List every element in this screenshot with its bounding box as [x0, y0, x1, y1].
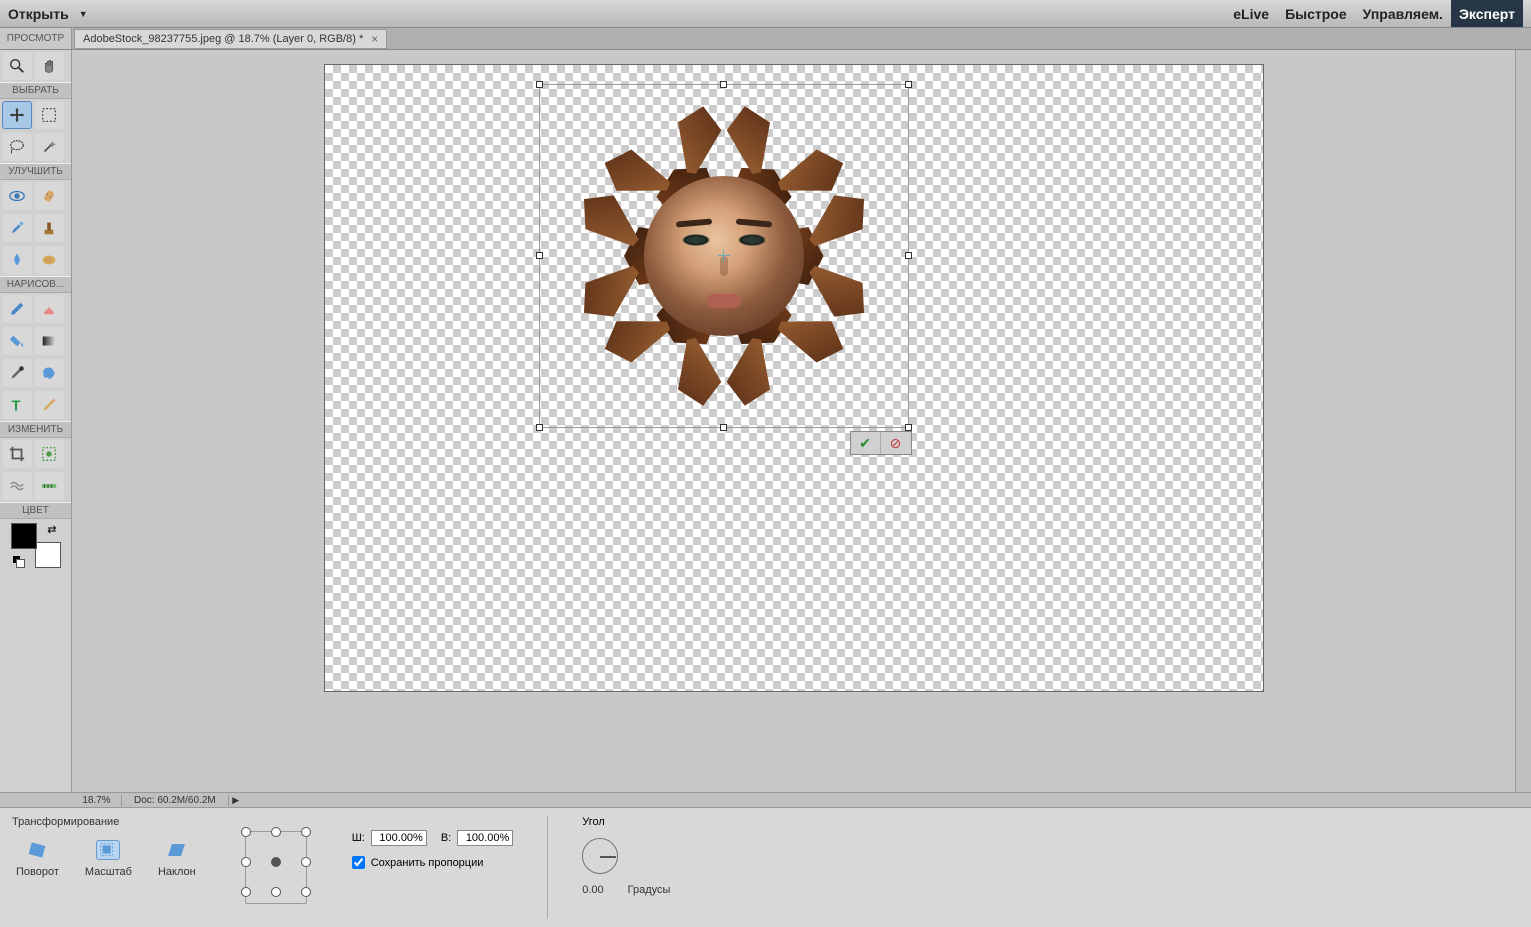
ref-point[interactable] [301, 827, 311, 837]
document-title: AdobeStock_98237755.jpeg @ 18.7% (Layer … [83, 33, 363, 45]
transform-handle[interactable] [720, 424, 727, 431]
ref-point[interactable] [241, 827, 251, 837]
constrain-label: Сохранить пропорции [371, 857, 484, 869]
document-tab-bar: ПРОСМОТР AdobeStock_98237755.jpeg @ 18.7… [0, 28, 1531, 50]
tools-panel: ВЫБРАТЬ УЛУЧШИТЬ НАРИСОВ... [0, 50, 72, 792]
svg-text:T: T [12, 398, 21, 414]
brush-tool[interactable] [2, 295, 32, 323]
redeye-tool[interactable] [2, 182, 32, 210]
swap-colors-icon[interactable]: ⇄ [47, 523, 56, 536]
transform-handle[interactable] [905, 424, 912, 431]
transform-bounding-box[interactable]: ✔ ⊘ [539, 84, 909, 428]
mode-tabs: eLive Быстрое Управляем. Эксперт [1225, 0, 1523, 27]
eraser-tool[interactable] [34, 295, 64, 323]
content-aware-tool[interactable] [2, 472, 32, 500]
zoom-level[interactable]: 18.7% [72, 795, 122, 806]
lasso-tool[interactable] [2, 133, 32, 161]
angle-label: Угол [582, 816, 670, 828]
color-swatches[interactable]: ⇄ [11, 523, 61, 568]
canvas[interactable]: ✔ ⊘ [324, 64, 1264, 692]
reference-point-grid[interactable] [230, 816, 322, 919]
transform-handle[interactable] [905, 252, 912, 259]
ref-point[interactable] [241, 887, 251, 897]
document-tab[interactable]: AdobeStock_98237755.jpeg @ 18.7% (Layer … [74, 29, 387, 49]
divider [547, 816, 548, 919]
degrees-label: Градусы [628, 884, 671, 896]
foreground-color[interactable] [11, 523, 37, 549]
mode-guided[interactable]: Управляем. [1355, 0, 1451, 27]
open-menu[interactable]: Открыть ▼ [8, 6, 88, 22]
color-section: ЦВЕТ [0, 502, 71, 519]
reset-colors-icon[interactable] [13, 556, 25, 568]
smart-brush-tool[interactable] [2, 214, 32, 242]
skew-mode-button[interactable]: Наклон [154, 836, 200, 882]
eyedropper-tool[interactable] [2, 359, 32, 387]
ref-point-selected[interactable] [271, 857, 281, 867]
rotate-mode-button[interactable]: Поворот [12, 836, 63, 882]
transform-handle[interactable] [720, 81, 727, 88]
angle-value: 0.00 [582, 884, 603, 896]
background-color[interactable] [35, 542, 61, 568]
status-bar: 18.7% Doc: 60.2M/60.2M ▶ [0, 792, 1531, 807]
scale-mode-button[interactable]: Масштаб [81, 836, 136, 882]
gradient-tool[interactable] [34, 327, 64, 355]
ref-point[interactable] [241, 857, 251, 867]
recompose-tool[interactable] [34, 440, 64, 468]
panel-title: Трансформирование [12, 816, 200, 828]
straighten-tool[interactable] [34, 472, 64, 500]
height-label: В: [441, 832, 451, 844]
clone-stamp-tool[interactable] [34, 214, 64, 242]
canvas-area[interactable]: ✔ ⊘ [72, 50, 1515, 792]
marquee-tool[interactable] [34, 101, 64, 129]
angle-dial[interactable] [582, 838, 618, 874]
document-info[interactable]: Doc: 60.2M/60.2M [122, 795, 229, 806]
height-input[interactable] [457, 830, 513, 846]
cancel-button[interactable]: ⊘ [881, 432, 911, 454]
draw-section: НАРИСОВ... [0, 276, 71, 293]
commit-button[interactable]: ✔ [851, 432, 881, 454]
preview-label: ПРОСМОТР [0, 28, 72, 49]
ref-point[interactable] [301, 887, 311, 897]
mode-quick[interactable]: Быстрое [1277, 0, 1355, 27]
info-arrow-icon[interactable]: ▶ [229, 795, 243, 806]
sponge-tool[interactable] [34, 246, 64, 274]
width-input[interactable] [371, 830, 427, 846]
open-label: Открыть [8, 6, 69, 22]
transform-handle[interactable] [536, 81, 543, 88]
mode-expert[interactable]: Эксперт [1451, 0, 1523, 27]
width-label: Ш: [352, 832, 365, 844]
transform-handle[interactable] [536, 424, 543, 431]
crop-tool[interactable] [2, 440, 32, 468]
hand-tool[interactable] [34, 52, 64, 80]
text-tool[interactable]: T [2, 391, 32, 419]
blur-tool[interactable] [2, 246, 32, 274]
constrain-proportions-checkbox[interactable] [352, 856, 365, 869]
transform-handle[interactable] [905, 81, 912, 88]
ref-point[interactable] [271, 827, 281, 837]
shape-tool[interactable] [34, 359, 64, 387]
mode-elive[interactable]: eLive [1225, 0, 1277, 27]
paint-bucket-tool[interactable] [2, 327, 32, 355]
zoom-tool[interactable] [2, 52, 32, 80]
options-panel: Трансформирование Поворот Масштаб Наклон [0, 807, 1531, 927]
magic-wand-tool[interactable] [34, 133, 64, 161]
ref-point[interactable] [301, 857, 311, 867]
transform-confirm-bar: ✔ ⊘ [850, 431, 912, 455]
move-tool[interactable] [2, 101, 32, 129]
dropdown-icon: ▼ [79, 9, 88, 19]
modify-section: ИЗМЕНИТЬ [0, 421, 71, 438]
pencil-tool[interactable] [34, 391, 64, 419]
transform-center-icon[interactable] [718, 250, 730, 262]
right-edge [1515, 50, 1531, 792]
ref-point[interactable] [271, 887, 281, 897]
enhance-section: УЛУЧШИТЬ [0, 163, 71, 180]
spot-heal-tool[interactable] [34, 182, 64, 210]
transform-handle[interactable] [536, 252, 543, 259]
select-section: ВЫБРАТЬ [0, 82, 71, 99]
close-tab-icon[interactable]: × [371, 32, 378, 46]
top-menu-bar: Открыть ▼ eLive Быстрое Управляем. Экспе… [0, 0, 1531, 28]
